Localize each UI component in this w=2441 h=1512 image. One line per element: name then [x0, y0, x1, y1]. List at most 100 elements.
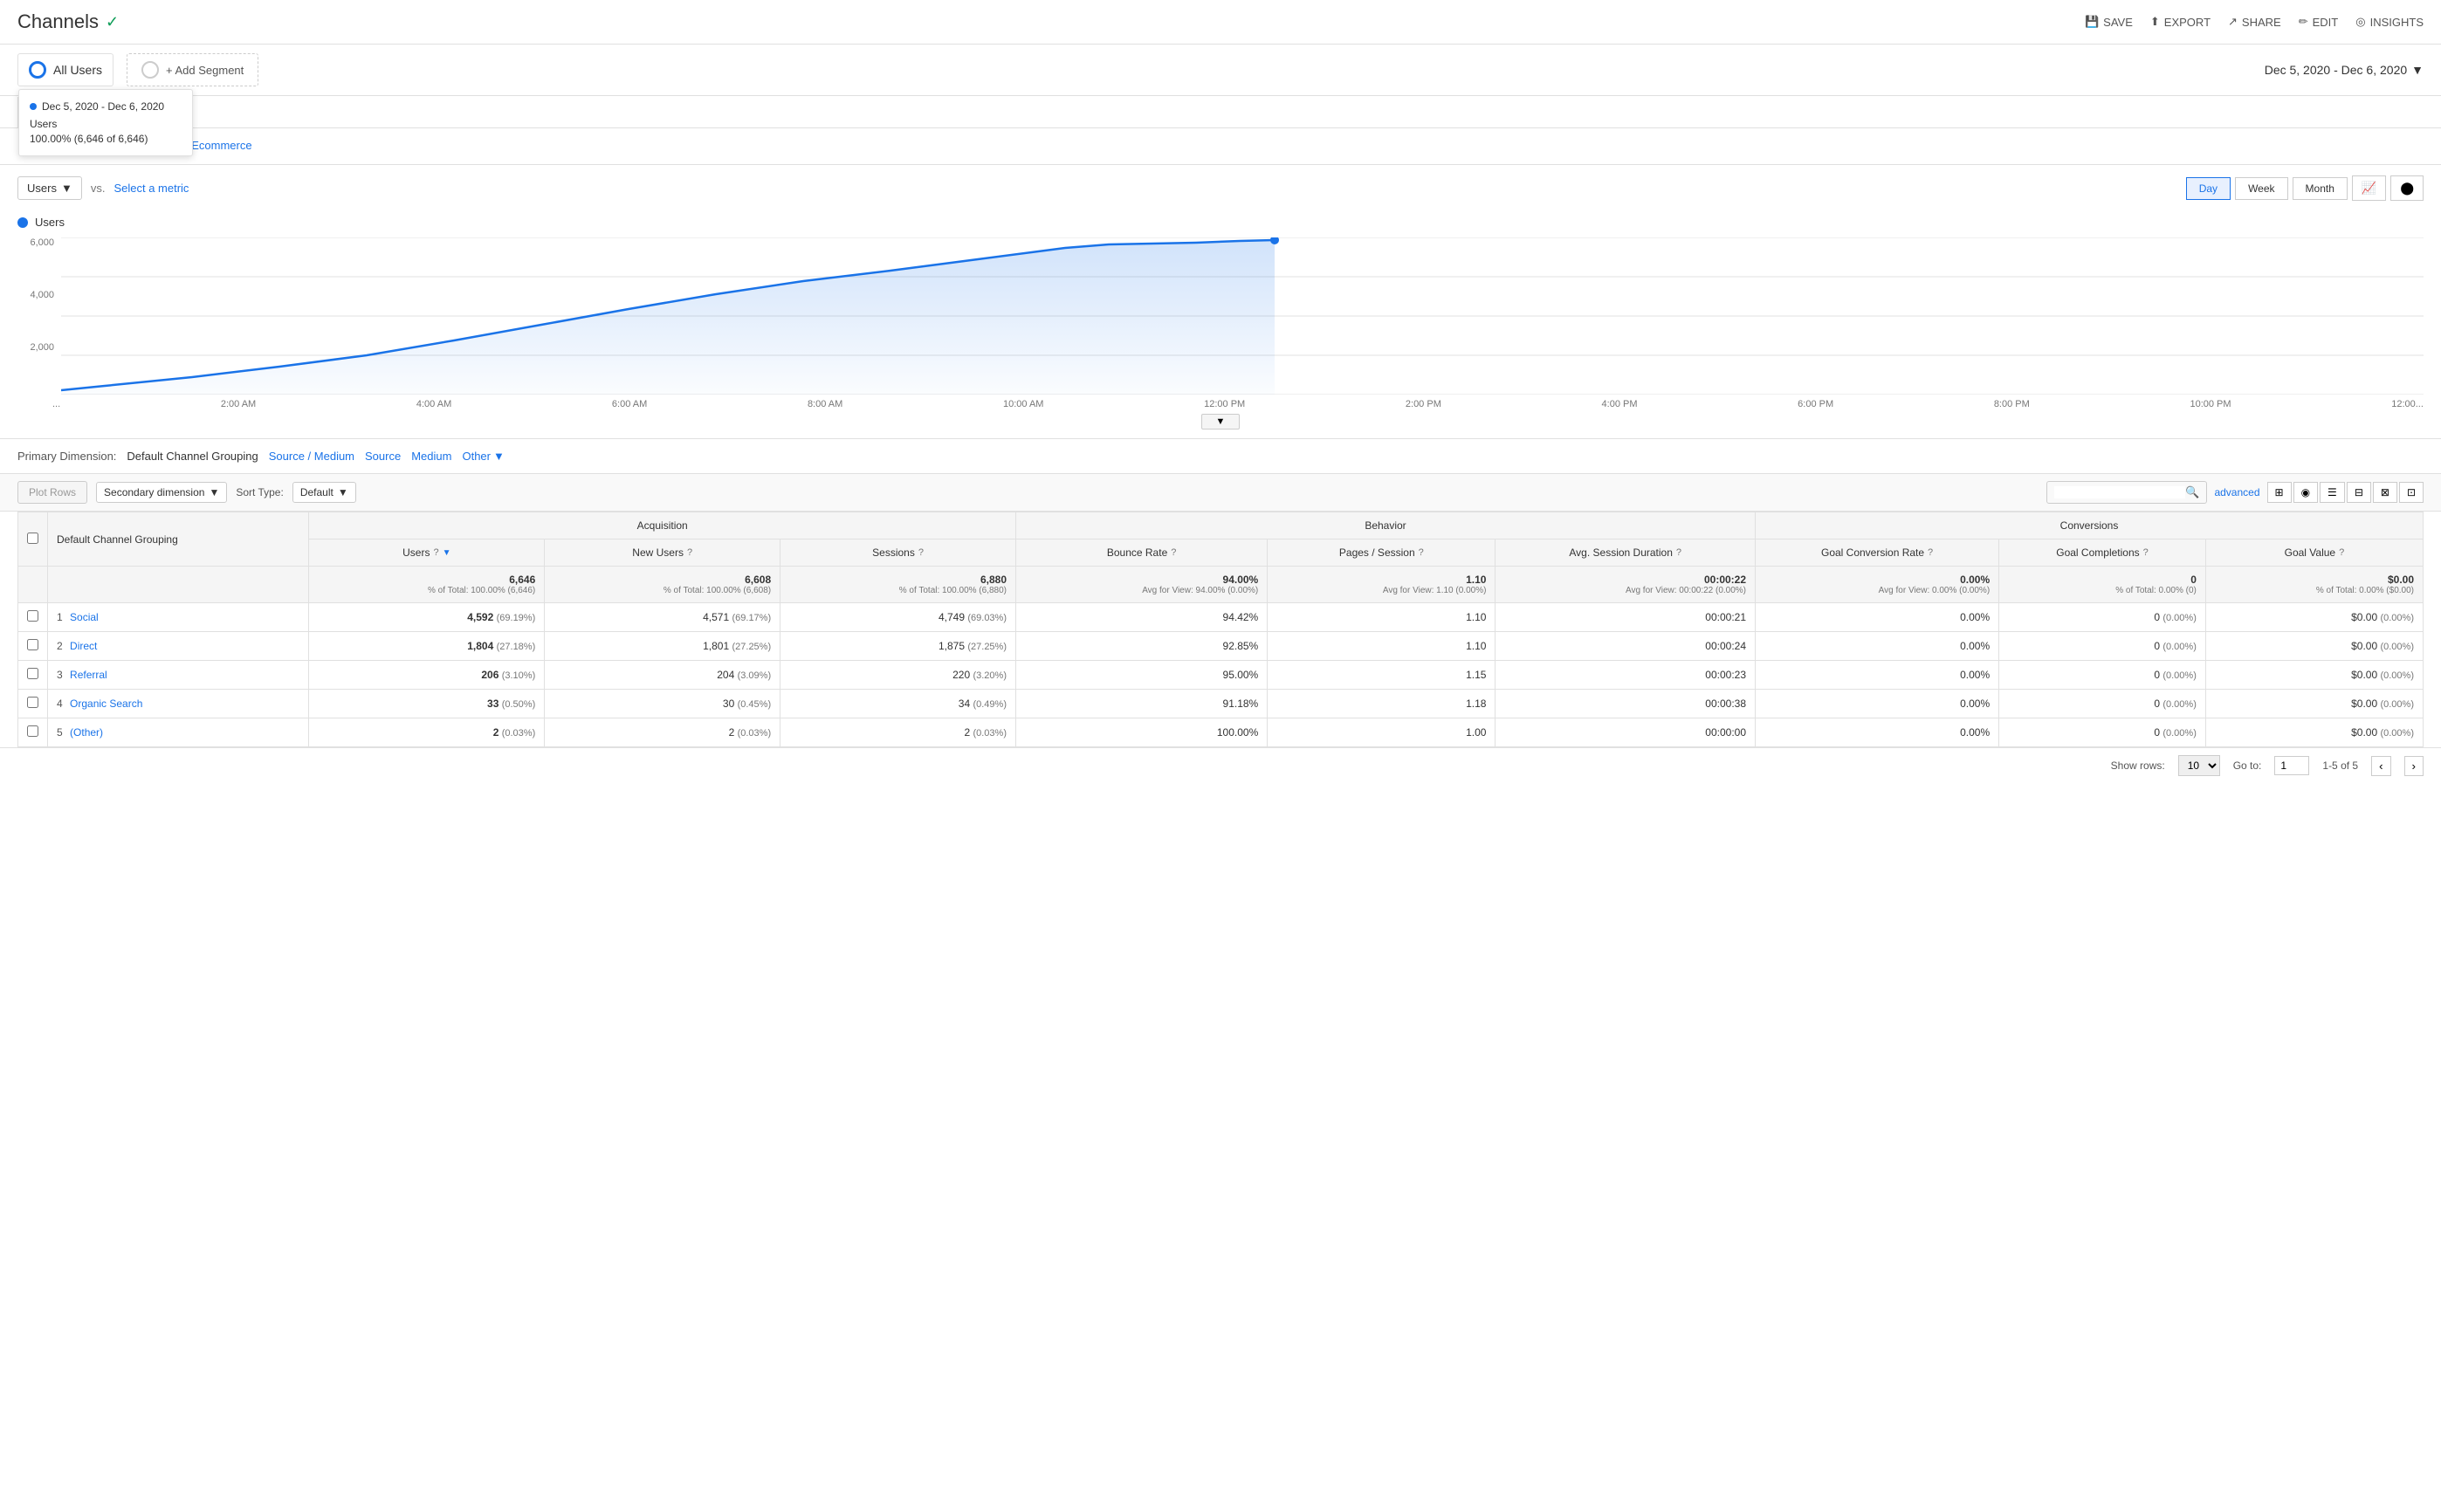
- month-button[interactable]: Month: [2293, 177, 2348, 200]
- th-acquisition: Acquisition: [309, 512, 1016, 540]
- row-3-new-users-pct: (3.09%): [738, 670, 772, 681]
- row-5-checkbox[interactable]: [27, 725, 38, 737]
- row-5-link[interactable]: (Other): [70, 726, 103, 739]
- row-2-goal-comp-val: 0: [2154, 640, 2160, 652]
- row-1-link[interactable]: Social: [70, 611, 99, 623]
- totals-pages: 1.10 Avg for View: 1.10 (0.00%): [1268, 567, 1496, 603]
- totals-sessions: 6,880 % of Total: 100.00% (6,880): [780, 567, 1016, 603]
- add-segment-button[interactable]: + Add Segment: [127, 53, 258, 86]
- row-4-goal-comp-val: 0: [2154, 698, 2160, 710]
- row-3-users-val: 206: [481, 669, 499, 681]
- insights-button[interactable]: ◎ INSIGHTS: [2355, 15, 2424, 29]
- row-1-checkbox[interactable]: [27, 610, 38, 622]
- segments-bar: All Users Dec 5, 2020 - Dec 6, 2020 User…: [0, 45, 2441, 96]
- next-page-button[interactable]: ›: [2404, 756, 2424, 776]
- header-left: Channels ✓: [17, 10, 119, 33]
- grid-view-button[interactable]: ⊞: [2267, 482, 2292, 503]
- dim-other-dropdown[interactable]: Other ▼: [462, 450, 504, 463]
- select-metric-link[interactable]: Select a metric: [113, 182, 189, 195]
- segment-all-users[interactable]: All Users Dec 5, 2020 - Dec 6, 2020 User…: [17, 53, 113, 86]
- pie-view-button[interactable]: ◉: [2293, 482, 2318, 503]
- x-label-2pm: 2:00 PM: [1406, 399, 1441, 409]
- row-5-goal-comp-val: 0: [2154, 726, 2160, 739]
- row-3-link[interactable]: Referral: [70, 669, 107, 681]
- row-5-sessions-pct: (0.03%): [973, 728, 1007, 739]
- th-goal-value-label: Goal Value: [2285, 546, 2335, 559]
- th-pages-session[interactable]: Pages / Session ?: [1268, 540, 1496, 567]
- week-button[interactable]: Week: [2235, 177, 2287, 200]
- legend-dot: [17, 217, 28, 228]
- tooltip-metric-label: Users: [30, 118, 57, 130]
- th-acquisition-label: Acquisition: [637, 519, 688, 532]
- row-3-goal-conv: 0.00%: [1756, 661, 1999, 690]
- dim-medium-link[interactable]: Medium: [411, 450, 451, 463]
- th-goal-value[interactable]: Goal Value ?: [2205, 540, 2423, 567]
- goal-conv-help-icon: ?: [1928, 547, 1933, 558]
- row-1-users: 4,592 (69.19%): [309, 603, 545, 632]
- share-button[interactable]: ↗ SHARE: [2228, 15, 2281, 29]
- totals-goal-conv-sub: Avg for View: 0.00% (0.00%): [1764, 586, 1990, 595]
- row-2-link[interactable]: Direct: [70, 640, 97, 652]
- bar-chart-button[interactable]: ⬤: [2390, 175, 2424, 201]
- share-label: SHARE: [2242, 16, 2281, 29]
- secondary-dimension-dropdown[interactable]: Secondary dimension ▼: [96, 482, 227, 503]
- edit-button[interactable]: ✏ EDIT: [2299, 15, 2339, 29]
- row-4-checkbox-cell: [18, 690, 48, 718]
- chart-collapse-button[interactable]: ▼: [1201, 414, 1241, 430]
- users-sort-arrow[interactable]: ▼: [443, 548, 451, 558]
- totals-users-value: 6,646: [509, 574, 535, 586]
- row-4-checkbox[interactable]: [27, 697, 38, 708]
- plot-rows-button[interactable]: Plot Rows: [17, 481, 87, 504]
- th-sessions[interactable]: Sessions ?: [780, 540, 1016, 567]
- th-avg-session[interactable]: Avg. Session Duration ?: [1496, 540, 1756, 567]
- row-3-checkbox[interactable]: [27, 668, 38, 679]
- row-4-link[interactable]: Organic Search: [70, 698, 142, 710]
- share-icon: ↗: [2228, 15, 2238, 29]
- row-5-bounce: 100.00%: [1016, 718, 1268, 747]
- list-view-button[interactable]: ☰: [2320, 482, 2345, 503]
- row-4-bounce: 91.18%: [1016, 690, 1268, 718]
- row-1-goal-comp-pct: (0.00%): [2163, 613, 2197, 623]
- search-input[interactable]: [2054, 486, 2185, 498]
- th-new-users[interactable]: New Users ?: [545, 540, 780, 567]
- th-goal-conv[interactable]: Goal Conversion Rate ?: [1756, 540, 1999, 567]
- tooltip-metric: Users: [30, 118, 182, 130]
- save-button[interactable]: 💾 SAVE: [2085, 15, 2133, 29]
- sort-type-dropdown[interactable]: Default ▼: [292, 482, 356, 503]
- row-4-goal-value-val: $0.00: [2351, 698, 2377, 710]
- pivot-view-button[interactable]: ⊟: [2347, 482, 2371, 503]
- advanced-link[interactable]: advanced: [2214, 486, 2259, 498]
- verified-icon: ✓: [106, 13, 119, 31]
- sort-default-label: Default: [300, 486, 333, 498]
- row-3-num: 3: [57, 669, 63, 681]
- go-to-input[interactable]: [2274, 756, 2309, 775]
- search-icon[interactable]: 🔍: [2185, 485, 2199, 499]
- segment-name: All Users: [53, 63, 102, 77]
- date-range-picker[interactable]: Dec 5, 2020 - Dec 6, 2020 ▼: [2265, 63, 2424, 77]
- chart-with-yaxis: 6,000 4,000 2,000: [17, 237, 2424, 395]
- detail-view-button[interactable]: ⊡: [2399, 482, 2424, 503]
- dim-source-link[interactable]: Source: [365, 450, 401, 463]
- compare-view-button[interactable]: ⊠: [2373, 482, 2397, 503]
- chart-collapse-area: ▼: [17, 414, 2424, 430]
- row-1-users-pct: (69.19%): [497, 613, 536, 623]
- show-rows-select[interactable]: 10: [2178, 755, 2220, 776]
- th-bounce-rate[interactable]: Bounce Rate ?: [1016, 540, 1268, 567]
- th-goal-comp[interactable]: Goal Completions ?: [1999, 540, 2206, 567]
- sort-type-arrow: ▼: [338, 486, 348, 498]
- row-2-checkbox[interactable]: [27, 639, 38, 650]
- export-button[interactable]: ⬆ EXPORT: [2150, 15, 2211, 29]
- metric-label: Users: [27, 182, 57, 195]
- metric-dropdown[interactable]: Users ▼: [17, 176, 82, 200]
- row-5-pages: 1.00: [1268, 718, 1496, 747]
- prev-page-button[interactable]: ‹: [2371, 756, 2390, 776]
- totals-goal-comp-sub: % of Total: 0.00% (0): [2008, 586, 2197, 595]
- row-5-goal-comp-pct: (0.00%): [2163, 728, 2197, 739]
- day-button[interactable]: Day: [2186, 177, 2231, 200]
- th-users[interactable]: Users ? ▼: [309, 540, 545, 567]
- row-2-sessions-pct: (27.25%): [967, 642, 1007, 652]
- x-label-12pm: 12:00 PM: [1204, 399, 1245, 409]
- select-all-checkbox[interactable]: [27, 533, 38, 544]
- line-chart-button[interactable]: 📈: [2352, 175, 2386, 201]
- dim-source-medium-link[interactable]: Source / Medium: [269, 450, 354, 463]
